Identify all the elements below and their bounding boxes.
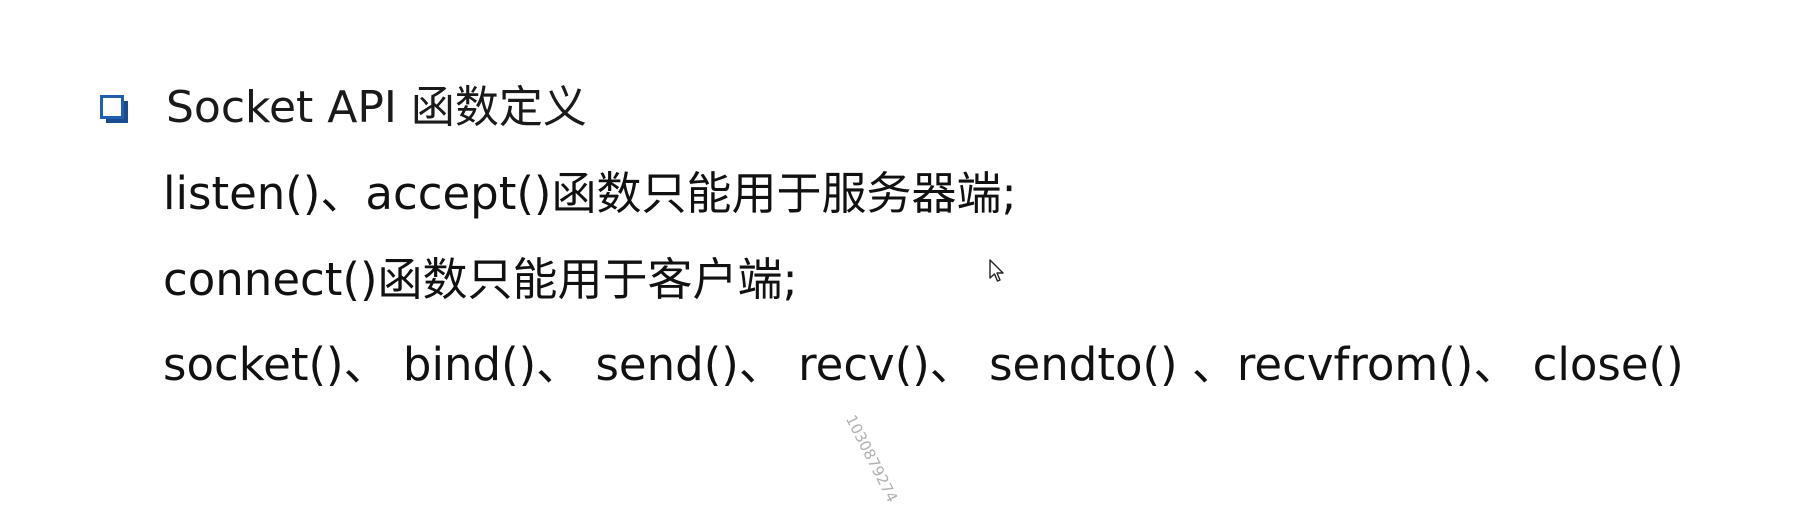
slide: Socket API 函数定义 listen()、accept()函数只能用于服… xyxy=(0,0,1816,505)
client-functions-line: connect()函数只能用于客户端; xyxy=(163,253,798,306)
square-bullet-icon xyxy=(100,95,128,123)
section-heading: Socket API 函数定义 xyxy=(166,82,587,133)
common-functions-line: socket()、 bind()、 send()、 recv()、 sendto… xyxy=(163,338,1684,391)
server-functions-line: listen()、accept()函数只能用于服务器端; xyxy=(163,167,1017,220)
watermark-text: 1030879274 xyxy=(841,412,902,505)
bullet-box xyxy=(100,95,124,119)
mouse-pointer-icon xyxy=(989,259,1004,282)
section-heading-row: Socket API 函数定义 xyxy=(100,78,587,138)
